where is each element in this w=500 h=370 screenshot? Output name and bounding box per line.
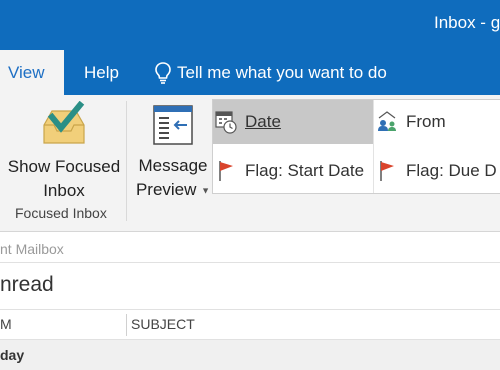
mailbox-label: nt Mailbox [0,241,64,257]
show-focused-line2: Inbox [43,181,85,200]
message-preview-line2-wrap: Preview ▼ [134,178,212,203]
show-focused-inbox-button[interactable]: Show Focused Inbox [4,101,124,203]
red-flag-icon [374,159,400,183]
column-subject[interactable]: SUBJECT [131,316,195,332]
title-bar: Inbox - g [0,0,500,50]
ribbon-tab-row: View Help Tell me what you want to do [0,50,500,95]
mailbox-search-bar[interactable]: nt Mailbox [0,236,500,263]
tell-me-box[interactable]: Tell me what you want to do [154,50,387,95]
focused-inbox-icon [43,101,85,144]
group-header-row[interactable]: day [0,340,500,370]
group-separator [126,101,127,221]
gallery-divider [373,100,374,193]
ribbon: Show Focused Inbox Focused Inbox Message… [0,95,500,232]
column-separator[interactable] [126,314,127,336]
show-focused-line1: Show Focused [7,157,121,176]
message-preview-line2: Preview [135,180,197,199]
arrange-date-label: Date [245,112,281,131]
arrange-by-from[interactable]: From [374,100,500,144]
column-from[interactable]: M [0,316,12,332]
arrange-by-date[interactable]: Date [213,100,373,144]
filter-unread[interactable]: nread [0,273,54,297]
message-preview-line1: Message [138,156,208,175]
group-header-label: day [0,347,25,363]
calendar-clock-icon [213,110,239,134]
arrange-by-flag-start[interactable]: Flag: Start Date [213,149,373,193]
filter-row: nread [0,263,500,310]
red-flag-icon [213,159,239,183]
window-title: Inbox - g [434,13,500,32]
arrangement-gallery: Date From Flag: Start Date Flag: Due D [212,99,500,194]
lightbulb-icon [155,61,171,84]
tab-view-label: View [8,63,45,82]
message-preview-icon [153,105,193,145]
arrange-by-flag-due[interactable]: Flag: Due D [374,149,500,193]
group-label-focused-inbox: Focused Inbox [15,205,107,221]
contact-mail-icon [374,110,400,134]
tab-help-label: Help [84,63,119,82]
arrange-flag-start-label: Flag: Start Date [245,161,365,180]
chevron-down-icon: ▼ [201,185,211,196]
column-header-row: M SUBJECT [0,310,500,340]
tab-help[interactable]: Help [70,50,133,95]
tab-view[interactable]: View [0,50,64,95]
tell-me-text: Tell me what you want to do [177,62,387,82]
message-preview-button[interactable]: Message Preview ▼ [134,103,212,203]
arrange-from-label: From [406,112,446,131]
arrange-flag-due-label: Flag: Due D [406,161,497,180]
